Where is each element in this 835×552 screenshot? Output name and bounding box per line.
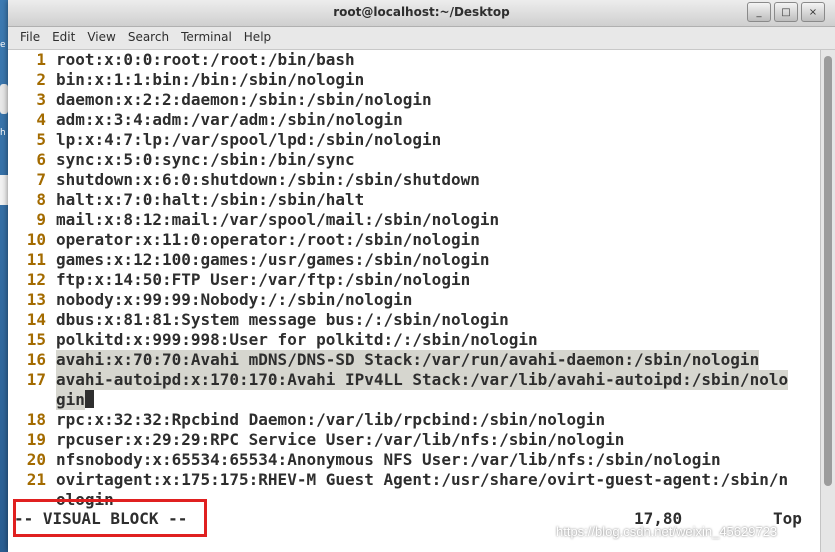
terminal-line: 13 nobody:x:99:99:Nobody:/:/sbin/nologin	[8, 290, 413, 310]
terminal-line: 15 polkitd:x:999:998:User for polkitd:/:/…	[8, 330, 538, 350]
terminal-line: 1 root:x:0:0:root:/root:/bin/bash	[8, 50, 355, 70]
terminal-line: 20 nfsnobody:x:65534:65534:Anonymous NFS …	[8, 450, 721, 470]
close-button[interactable]: ×	[801, 2, 825, 22]
line-text: root:x:0:0:root:/root:/bin/bash	[56, 50, 355, 69]
line-text: ovirtagent:x:175:175:RHEV-M Guest Agent:…	[56, 470, 789, 489]
line-number: 8	[36, 190, 46, 209]
menu-search[interactable]: Search	[122, 27, 175, 49]
terminal-line: gin	[8, 390, 94, 410]
line-number: 7	[36, 170, 46, 189]
terminal-line: 3 daemon:x:2:2:daemon:/sbin:/sbin/nologin	[8, 90, 432, 110]
line-text: sync:x:5:0:sync:/sbin:/bin/sync	[56, 150, 355, 169]
line-text: rpc:x:32:32:Rpcbind Daemon:/var/lib/rpcb…	[56, 410, 606, 429]
terminal-line: 10 operator:x:11:0:operator:/root:/sbin/n…	[8, 230, 480, 250]
menu-view[interactable]: View	[81, 27, 121, 49]
line-text: rpcuser:x:29:29:RPC Service User:/var/li…	[56, 430, 625, 449]
terminal-line: 8 halt:x:7:0:halt:/sbin:/sbin/halt	[8, 190, 364, 210]
line-text: ftp:x:14:50:FTP User:/var/ftp:/sbin/nolo…	[56, 270, 471, 289]
terminal-line: 9 mail:x:8:12:mail:/var/spool/mail:/sbin/…	[8, 210, 499, 230]
terminal-line: 17 avahi-autoipd:x:170:170:Avahi IPv4LL S…	[8, 370, 789, 390]
line-text: shutdown:x:6:0:shutdown:/sbin:/sbin/shut…	[56, 170, 480, 189]
line-number: 13	[26, 290, 46, 309]
terminal-line: 5 lp:x:4:7:lp:/var/spool/lpd:/sbin/nologi…	[8, 130, 441, 150]
line-number: 21	[26, 470, 46, 489]
line-number: 15	[26, 330, 46, 349]
terminal-line: 2 bin:x:1:1:bin:/bin:/sbin/nologin	[8, 70, 364, 90]
line-number: 14	[26, 310, 46, 329]
line-number: 5	[36, 130, 46, 149]
line-text: nobody:x:99:99:Nobody:/:/sbin/nologin	[56, 290, 413, 309]
line-number: 11	[26, 250, 46, 269]
title-bar[interactable]: root@localhost:~/Desktop _ □ ×	[8, 0, 835, 27]
desktop-icon-label: e	[0, 40, 6, 50]
trash-icon[interactable]	[0, 84, 8, 114]
line-text: nfsnobody:x:65534:65534:Anonymous NFS Us…	[56, 450, 721, 469]
scrollbar-thumb[interactable]	[824, 56, 832, 486]
minimize-button[interactable]: _	[747, 2, 771, 22]
line-text: dbus:x:81:81:System message bus:/:/sbin/…	[56, 310, 509, 329]
line-text: avahi-autoipd:x:170:170:Avahi IPv4LL Sta…	[56, 370, 789, 390]
menu-help[interactable]: Help	[238, 27, 277, 49]
line-number: 2	[36, 70, 46, 89]
terminal-line: 19 rpcuser:x:29:29:RPC Service User:/var/…	[8, 430, 625, 450]
line-number: 16	[26, 350, 46, 369]
line-text: avahi:x:70:70:Avahi mDNS/DNS-SD Stack:/v…	[56, 350, 760, 370]
terminal-line: 4 adm:x:3:4:adm:/var/adm:/sbin/nologin	[8, 110, 403, 130]
line-text: games:x:12:100:games:/usr/games:/sbin/no…	[56, 250, 490, 269]
terminal-line: 14 dbus:x:81:81:System message bus:/:/sbi…	[8, 310, 509, 330]
terminal-window: root@localhost:~/Desktop _ □ × File Edit…	[8, 0, 835, 552]
terminal-text-area[interactable]: 1 root:x:0:0:root:/root:/bin/bash 2 bin:x:1…	[8, 50, 821, 552]
line-text: adm:x:3:4:adm:/var/adm:/sbin/nologin	[56, 110, 403, 129]
menu-terminal[interactable]: Terminal	[175, 27, 238, 49]
text-cursor	[84, 390, 94, 408]
line-number: 20	[26, 450, 46, 469]
line-text: polkitd:x:999:998:User for polkitd:/:/sb…	[56, 330, 538, 349]
line-text: gin	[56, 390, 85, 410]
line-number: 10	[26, 230, 46, 249]
line-text: mail:x:8:12:mail:/var/spool/mail:/sbin/n…	[56, 210, 500, 229]
scroll-position: Top	[773, 509, 802, 528]
line-number: 4	[36, 110, 46, 129]
line-number: 9	[36, 210, 46, 229]
terminal-line: 16 avahi:x:70:70:Avahi mDNS/DNS-SD Stack:…	[8, 350, 760, 370]
terminal-line: 11 games:x:12:100:games:/usr/games:/sbin/…	[8, 250, 490, 270]
menu-file[interactable]: File	[8, 27, 46, 49]
line-text: lp:x:4:7:lp:/var/spool/lpd:/sbin/nologin	[56, 130, 442, 149]
line-number: 19	[26, 430, 46, 449]
scrollbar[interactable]	[820, 50, 835, 552]
maximize-button[interactable]: □	[774, 2, 798, 22]
line-number: 12	[26, 270, 46, 289]
line-text: bin:x:1:1:bin:/bin:/sbin/nologin	[56, 70, 365, 89]
file-icon[interactable]	[0, 175, 8, 205]
line-number: 1	[36, 50, 46, 69]
window-title: root@localhost:~/Desktop	[333, 5, 510, 19]
line-text: operator:x:11:0:operator:/root:/sbin/nol…	[56, 230, 480, 249]
line-number: 6	[36, 150, 46, 169]
terminal-line: 21 ovirtagent:x:175:175:RHEV-M Guest Agen…	[8, 470, 788, 490]
watermark: https://blog.csdn.net/weixin_45629723	[556, 524, 778, 539]
line-text: halt:x:7:0:halt:/sbin:/sbin/halt	[56, 190, 365, 209]
terminal-line: 6 sync:x:5:0:sync:/sbin:/bin/sync	[8, 150, 355, 170]
red-highlight-box	[13, 499, 207, 537]
line-number: 3	[36, 90, 46, 109]
terminal-line: 12 ftp:x:14:50:FTP User:/var/ftp:/sbin/no…	[8, 270, 470, 290]
menu-bar: File Edit View Search Terminal Help	[8, 27, 835, 50]
terminal-line: 7 shutdown:x:6:0:shutdown:/sbin:/sbin/shu…	[8, 170, 480, 190]
desktop-icon-label: h	[0, 128, 6, 138]
terminal-line: 18 rpc:x:32:32:Rpcbind Daemon:/var/lib/rp…	[8, 410, 605, 430]
line-text: daemon:x:2:2:daemon:/sbin:/sbin/nologin	[56, 90, 432, 109]
menu-edit[interactable]: Edit	[46, 27, 81, 49]
line-number: 17	[26, 370, 46, 389]
line-number: 18	[26, 410, 46, 429]
